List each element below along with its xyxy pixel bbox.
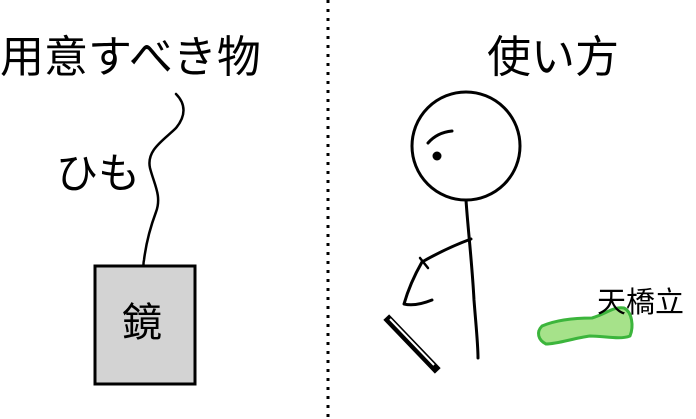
figure-head [410, 90, 522, 202]
right-panel-title: 使い方 [487, 32, 619, 83]
figure-arm [402, 237, 473, 307]
held-mirror [383, 314, 441, 374]
left-panel-title: 用意すべき物 [0, 32, 261, 83]
figure-eye [432, 151, 442, 161]
figure-body [464, 198, 480, 360]
diagram-canvas: 用意すべき物 使い方 ひも 鏡 天橋立 [0, 0, 696, 419]
string-label: ひも [56, 149, 141, 198]
string-line [140, 92, 185, 278]
figure-eyebrow [426, 129, 454, 145]
mirror-label: 鏡 [122, 300, 162, 346]
place-label: 天橋立 [597, 285, 685, 319]
